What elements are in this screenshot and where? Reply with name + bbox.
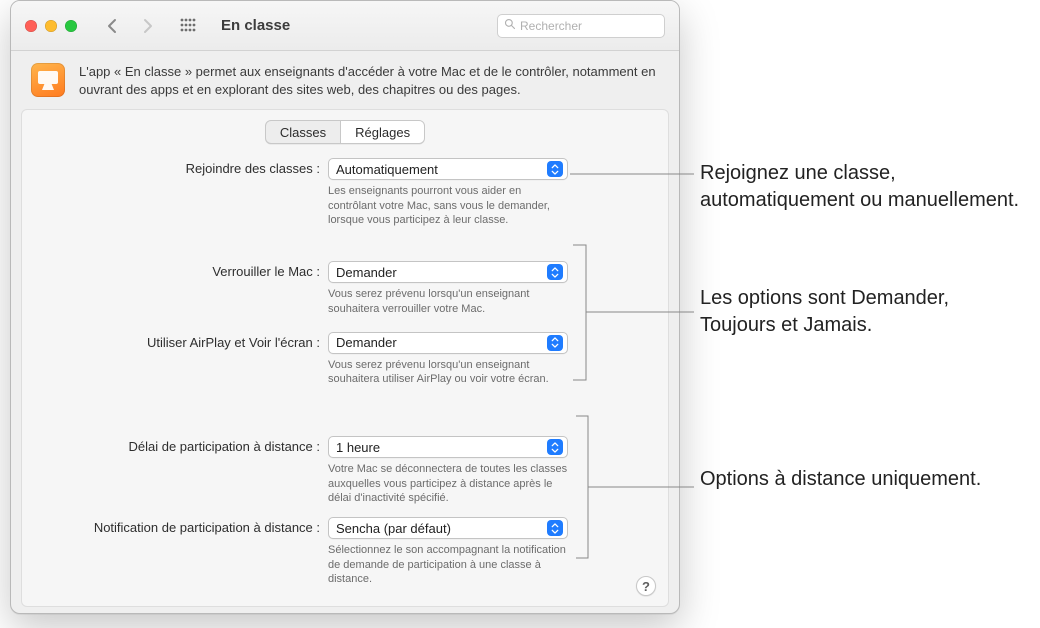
remote-sound-label: Notification de participation à distance… bbox=[38, 517, 328, 535]
remote-timeout-label: Délai de participation à distance : bbox=[38, 436, 328, 454]
popup-arrows-icon bbox=[547, 439, 563, 455]
search-input[interactable] bbox=[516, 19, 658, 33]
body-panel: Classes Réglages Rejoindre des classes :… bbox=[21, 109, 669, 607]
popup-arrows-icon bbox=[547, 161, 563, 177]
airplay-desc: Vous serez prévenu lorsqu'un enseignant … bbox=[328, 358, 568, 387]
preferences-window: En classe L'app « En classe » permet aux… bbox=[10, 0, 680, 614]
airplay-value: Demander bbox=[336, 335, 547, 350]
remote-timeout-popup[interactable]: 1 heure bbox=[328, 436, 568, 458]
segmented-tabs: Classes Réglages bbox=[32, 120, 658, 144]
forward-button[interactable] bbox=[139, 18, 155, 34]
tab-classes[interactable]: Classes bbox=[266, 121, 340, 143]
classroom-app-icon bbox=[31, 63, 65, 97]
remote-timeout-value: 1 heure bbox=[336, 440, 547, 455]
titlebar: En classe bbox=[11, 1, 679, 51]
lock-mac-desc: Vous serez prévenu lorsqu'un enseignant … bbox=[328, 287, 568, 316]
back-button[interactable] bbox=[105, 18, 121, 34]
popup-arrows-icon bbox=[547, 335, 563, 351]
header-panel: L'app « En classe » permet aux enseignan… bbox=[11, 51, 679, 109]
popup-arrows-icon bbox=[547, 520, 563, 536]
remote-sound-desc: Sélectionnez le son accompagnant la noti… bbox=[328, 543, 568, 586]
all-preferences-button[interactable] bbox=[179, 17, 197, 35]
join-classes-desc: Les enseignants pourront vous aider en c… bbox=[328, 184, 568, 227]
join-classes-value: Automatiquement bbox=[336, 162, 547, 177]
search-icon bbox=[504, 18, 516, 33]
tab-settings[interactable]: Réglages bbox=[340, 121, 424, 143]
window-controls bbox=[25, 20, 77, 32]
callout-remote-only: Options à distance uniquement. bbox=[700, 466, 1020, 493]
join-classes-label: Rejoindre des classes : bbox=[38, 158, 328, 176]
join-classes-popup[interactable]: Automatiquement bbox=[328, 158, 568, 180]
remote-sound-popup[interactable]: Sencha (par défaut) bbox=[328, 517, 568, 539]
airplay-popup[interactable]: Demander bbox=[328, 332, 568, 354]
zoom-window-button[interactable] bbox=[65, 20, 77, 32]
lock-mac-popup[interactable]: Demander bbox=[328, 261, 568, 283]
window-title: En classe bbox=[221, 17, 290, 34]
header-description: L'app « En classe » permet aux enseignan… bbox=[79, 63, 659, 99]
remote-timeout-desc: Votre Mac se déconnectera de toutes les … bbox=[328, 462, 568, 505]
search-field-wrapper[interactable] bbox=[497, 14, 665, 38]
nav-arrows bbox=[105, 18, 155, 34]
callout-join-classes: Rejoignez une classe, automatiquement ou… bbox=[700, 160, 1020, 214]
minimize-window-button[interactable] bbox=[45, 20, 57, 32]
callout-ask-options: Les options sont Demander, Toujours et J… bbox=[700, 285, 1020, 339]
lock-mac-value: Demander bbox=[336, 265, 547, 280]
help-button[interactable]: ? bbox=[636, 576, 656, 596]
airplay-label: Utiliser AirPlay et Voir l'écran : bbox=[38, 332, 328, 350]
popup-arrows-icon bbox=[547, 264, 563, 280]
remote-sound-value: Sencha (par défaut) bbox=[336, 521, 547, 536]
lock-mac-label: Verrouiller le Mac : bbox=[38, 261, 328, 279]
close-window-button[interactable] bbox=[25, 20, 37, 32]
